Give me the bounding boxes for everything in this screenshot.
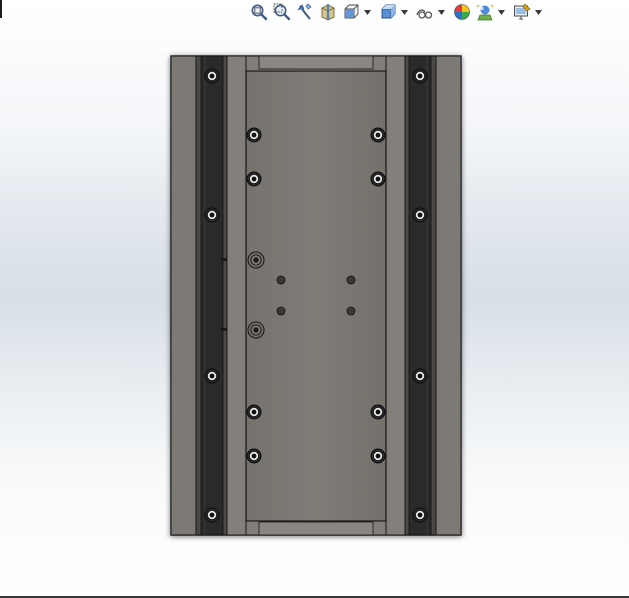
edit-appearance-icon [454, 4, 470, 20]
apply-scene-icon [476, 4, 494, 21]
zoom-to-area-button[interactable] [271, 1, 293, 23]
view-settings-button[interactable] [511, 1, 533, 23]
right-rail-carrier[interactable] [404, 55, 437, 536]
heads-up-view-toolbar [248, 1, 547, 23]
section-view-button[interactable] [317, 1, 339, 23]
view-settings-icon [514, 3, 531, 20]
apply-scene-dropdown[interactable] [497, 1, 505, 23]
chevron-down-icon [437, 9, 445, 15]
chevron-down-icon [534, 9, 542, 15]
display-style-icon [381, 4, 396, 19]
chevron-down-icon [497, 9, 505, 15]
view-orientation-button[interactable] [340, 1, 362, 23]
zoom-to-area-icon [273, 3, 291, 21]
previous-view-button[interactable] [294, 1, 316, 23]
hide-show-items-icon [416, 9, 433, 19]
previous-view-icon [297, 3, 312, 20]
left-rail-carrier[interactable] [195, 55, 228, 536]
apply-scene-button[interactable] [474, 1, 496, 23]
zoom-to-fit-icon [251, 4, 268, 21]
section-view-icon [321, 4, 335, 21]
carriage-plate[interactable] [245, 70, 387, 522]
display-style-button[interactable] [377, 1, 399, 23]
view-orientation-dropdown[interactable] [363, 1, 371, 23]
display-style-dropdown[interactable] [400, 1, 408, 23]
hide-show-items-dropdown[interactable] [437, 1, 445, 23]
view-orientation-icon [344, 4, 359, 19]
edit-appearance-button[interactable] [451, 1, 473, 23]
chevron-down-icon [363, 9, 371, 15]
hide-show-items-button[interactable] [414, 1, 436, 23]
zoom-to-fit-button[interactable] [248, 1, 270, 23]
chevron-down-icon [400, 9, 408, 15]
graphics-area-corner-mark [0, 0, 2, 18]
view-settings-dropdown[interactable] [534, 1, 542, 23]
